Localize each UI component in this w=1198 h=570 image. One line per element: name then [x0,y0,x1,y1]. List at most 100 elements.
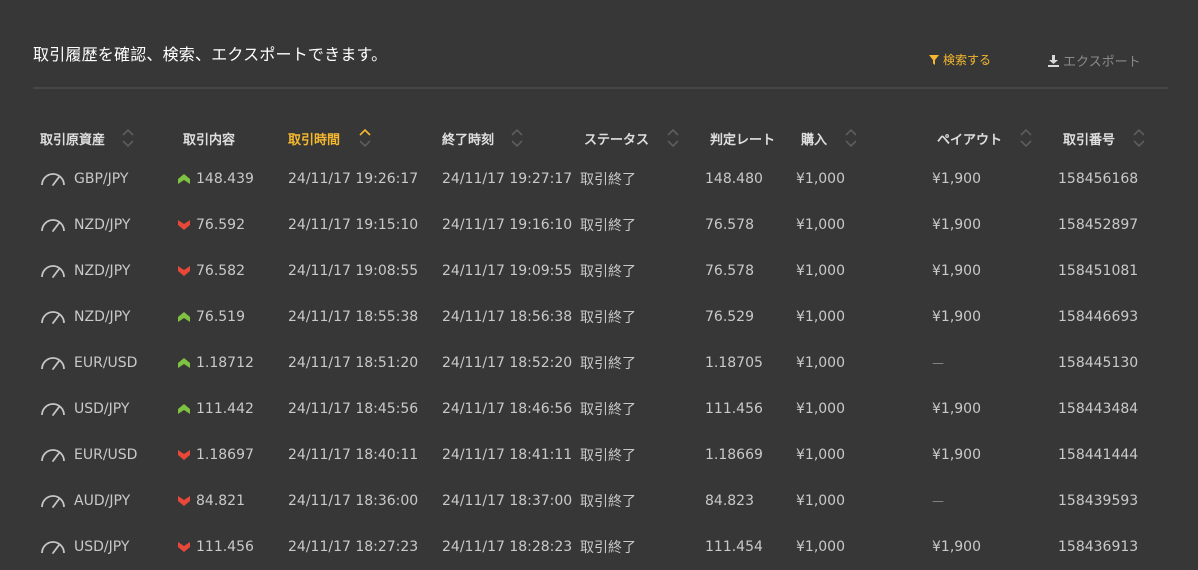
cell-rate: 76.529 [705,309,754,325]
arrow-down-icon [178,542,190,552]
speedometer-icon [41,173,65,186]
cell-id: 158452897 [1058,217,1139,233]
cell-payout: — [932,494,944,508]
cell-entry: 1.18697 [196,447,254,463]
cell-purchase: ¥1,000 [796,309,845,325]
arrow-down-icon [178,496,190,506]
arrow-down-icon [178,220,190,230]
cell-purchase: ¥1,000 [796,539,845,555]
cell-asset: EUR/USD [74,355,138,371]
arrow-up-icon [178,312,190,322]
cell-end: 24/11/17 18:46:56 [442,401,573,417]
cell-start: 24/11/17 18:51:20 [288,355,419,371]
cell-asset: AUD/JPY [74,493,131,509]
cell-entry: 1.18712 [196,355,254,371]
cell-purchase: ¥1,000 [796,447,845,463]
cell-end: 24/11/17 19:16:10 [442,217,573,233]
speedometer-icon [41,449,65,462]
cell-start: 24/11/17 19:26:17 [288,171,419,187]
cell-payout: ¥1,900 [932,263,981,279]
cell-start: 24/11/17 18:36:00 [288,493,419,509]
table-row[interactable]: EUR/USD 1.18712 24/11/17 18:51:20 24/11/17 … [0,340,1198,386]
cell-id: 158445130 [1058,355,1139,371]
sort-icon[interactable] [1132,127,1146,149]
cell-end: 24/11/17 18:52:20 [442,355,573,371]
cell-entry: 111.442 [196,401,254,417]
cell-asset: USD/JPY [74,539,130,555]
cell-purchase: ¥1,000 [796,355,845,371]
sort-ascending-icon[interactable] [358,127,372,149]
cell-id: 158441444 [1058,447,1139,463]
sort-icon[interactable] [666,127,680,149]
cell-payout: ¥1,900 [932,217,981,233]
cell-entry: 76.519 [196,309,245,325]
cell-rate: 111.454 [705,539,763,555]
page-title: 取引履歴を確認、検索、エクスポートできます。 [33,45,388,64]
cell-rate: 1.18669 [705,447,763,463]
table-row[interactable]: NZD/JPY 76.519 24/11/17 18:55:38 24/11/17 1… [0,294,1198,340]
cell-asset: NZD/JPY [74,217,131,233]
export-button[interactable]: エクスポート [1048,51,1141,70]
column-header-end[interactable]: 終了時刻 [442,128,494,148]
cell-payout: ¥1,900 [932,447,981,463]
cell-asset: NZD/JPY [74,309,131,325]
table-row[interactable]: USD/JPY 111.442 24/11/17 18:45:56 24/11/17 … [0,386,1198,432]
table-row[interactable]: USD/JPY 111.456 24/11/17 18:27:23 24/11/17 … [0,524,1198,570]
speedometer-icon [41,403,65,416]
cell-payout: ¥1,900 [932,539,981,555]
table-row[interactable]: EUR/USD 1.18697 24/11/17 18:40:11 24/11/17 … [0,432,1198,478]
cell-purchase: ¥1,000 [796,493,845,509]
cell-start: 24/11/17 19:08:55 [288,263,419,279]
cell-id: 158439593 [1058,493,1139,509]
export-button-label: エクスポート [1063,55,1141,70]
table-row[interactable]: AUD/JPY 84.821 24/11/17 18:36:00 24/11/17 1… [0,478,1198,524]
table-row[interactable]: NZD/JPY 76.582 24/11/17 19:08:55 24/11/17 1… [0,248,1198,294]
cell-asset: EUR/USD [74,447,138,463]
cell-purchase: ¥1,000 [796,171,845,187]
cell-rate: 111.456 [705,401,763,417]
cell-start: 24/11/17 18:45:56 [288,401,419,417]
header-divider [33,87,1168,89]
cell-purchase: ¥1,000 [796,217,845,233]
cell-purchase: ¥1,000 [796,263,845,279]
speedometer-icon [41,311,65,324]
cell-id: 158446693 [1058,309,1139,325]
cell-status: 取引終了 [580,494,636,510]
cell-rate: 148.480 [705,171,763,187]
speedometer-icon [41,541,65,554]
cell-entry: 76.592 [196,217,245,233]
cell-end: 24/11/17 19:09:55 [442,263,573,279]
cell-id: 158443484 [1058,401,1139,417]
cell-asset: USD/JPY [74,401,130,417]
cell-start: 24/11/17 18:40:11 [288,447,419,463]
speedometer-icon [41,219,65,232]
column-header-id[interactable]: 取引番号 [1063,128,1115,148]
column-header-purchase[interactable]: 購入 [801,128,827,148]
cell-end: 24/11/17 18:37:00 [442,493,573,509]
cell-id: 158451081 [1058,263,1139,279]
cell-status: 取引終了 [580,448,636,464]
cell-status: 取引終了 [580,264,636,280]
search-button[interactable]: 検索する [929,51,991,68]
table-row[interactable]: NZD/JPY 76.592 24/11/17 19:15:10 24/11/17 1… [0,202,1198,248]
table-row[interactable]: GBP/JPY 148.439 24/11/17 19:26:17 24/11/17 … [0,156,1198,202]
column-header-payout[interactable]: ペイアウト [937,128,1002,148]
cell-payout: ¥1,900 [932,401,981,417]
sort-icon[interactable] [844,127,858,149]
column-header-entry[interactable]: 取引内容 [183,128,235,148]
cell-entry: 76.582 [196,263,245,279]
cell-asset: NZD/JPY [74,263,131,279]
sort-icon[interactable] [510,127,524,149]
cell-end: 24/11/17 19:27:17 [442,171,573,187]
speedometer-icon [41,495,65,508]
sort-icon[interactable] [121,127,135,149]
filter-icon [929,54,939,65]
cell-end: 24/11/17 18:28:23 [442,539,573,555]
cell-end: 24/11/17 18:41:11 [442,447,573,463]
column-header-start[interactable]: 取引時間 [288,128,340,148]
column-header-rate[interactable]: 判定レート [710,128,775,148]
column-header-asset[interactable]: 取引原資産 [40,128,105,148]
cell-entry: 84.821 [196,493,245,509]
sort-icon[interactable] [1019,127,1033,149]
column-header-status[interactable]: ステータス [584,128,649,148]
